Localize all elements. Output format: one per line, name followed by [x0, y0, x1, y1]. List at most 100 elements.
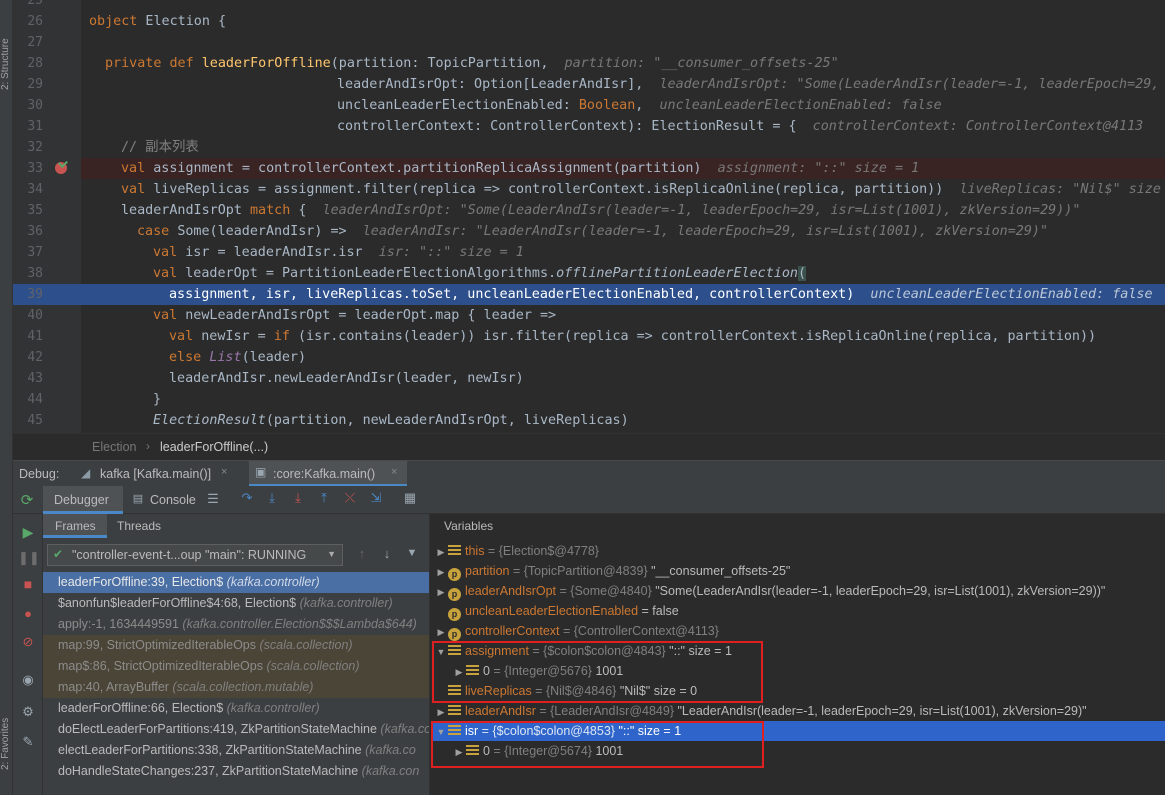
- thread-select[interactable]: ✔ "controller-event-t...oup "main": RUNN…: [47, 544, 343, 566]
- line-number: 31: [27, 119, 43, 134]
- tab-debugger[interactable]: Debugger: [43, 486, 123, 514]
- camera-icon[interactable]: ◉: [18, 672, 38, 688]
- step-into-icon[interactable]: ⤓: [263, 490, 281, 506]
- breadcrumb-item-election[interactable]: Election: [92, 440, 136, 454]
- session-tab-kafka[interactable]: kafka [Kafka.main()]: [100, 467, 211, 481]
- frame-row[interactable]: doHandleStateChanges:237, ZkPartitionSta…: [43, 761, 429, 782]
- variable-row[interactable]: ▶ this = {Election$@4778}: [431, 541, 1165, 561]
- variable-name: partition: [465, 564, 510, 578]
- frames-panel: Frames Threads ✔ "controller-event-t...o…: [43, 514, 430, 795]
- frame-package: (kafka.controller): [299, 596, 393, 610]
- frame-method: apply:-1, 1634449591: [58, 617, 183, 631]
- expand-arrow-icon[interactable]: ▶: [434, 622, 448, 642]
- drop-frame-icon[interactable]: ⤬: [341, 490, 359, 506]
- force-step-into-icon[interactable]: ⤓: [289, 490, 307, 506]
- expand-arrow-icon[interactable]: ▶: [434, 542, 448, 562]
- frame-method: leaderForOffline:39, Election$: [58, 575, 227, 589]
- arrow-up-icon[interactable]: ↑: [355, 546, 369, 561]
- tab-frames[interactable]: Frames: [43, 514, 107, 538]
- stop-icon[interactable]: ■: [18, 576, 38, 592]
- code-line-30: uncleanLeaderElectionEnabled: Boolean, u…: [337, 98, 942, 113]
- breadcrumb-separator-icon: ›: [146, 439, 150, 453]
- frame-row[interactable]: $anonfun$leaderForOffline$4:68, Election…: [43, 593, 429, 614]
- line-number: 44: [27, 392, 43, 407]
- variable-name: leaderAndIsrOpt: [465, 584, 557, 598]
- view-breakpoints-icon[interactable]: ●: [18, 606, 38, 621]
- resume-icon[interactable]: ▶: [18, 524, 38, 541]
- pin-icon[interactable]: ✎: [18, 734, 38, 750]
- line-number: 32: [27, 140, 43, 155]
- variable-value: "Some(LeaderAndIsr(leader=-1, leaderEpoc…: [655, 584, 1106, 598]
- frame-package: (kafka.co: [380, 722, 430, 736]
- expand-arrow-icon[interactable]: ▶: [434, 582, 448, 602]
- tab-threads[interactable]: Threads: [117, 519, 161, 533]
- variable-name: uncleanLeaderElectionEnabled: [465, 604, 639, 618]
- variable-value: "__consumer_offsets-25": [651, 564, 791, 578]
- variable-row[interactable]: ▶ p partition = {TopicPartition@4839} "__c…: [431, 561, 1165, 581]
- frame-method: $anonfun$leaderForOffline$4:68, Election…: [58, 596, 300, 610]
- frame-row[interactable]: map:40, ArrayBuffer (scala.collection.mu…: [43, 677, 429, 698]
- frame-method: electLeaderForPartitions:338, ZkPartitio…: [58, 743, 366, 757]
- code-line-42: else List(leader): [169, 350, 307, 365]
- evaluate-expression-icon[interactable]: ▦: [401, 490, 419, 506]
- frame-package: (kafka.controller.Election$$$Lambda$644): [182, 617, 417, 631]
- arrow-down-icon[interactable]: ↓: [380, 546, 394, 561]
- parameter-icon: p: [448, 608, 461, 621]
- rerun-icon[interactable]: ⟳: [17, 491, 37, 509]
- frame-row[interactable]: electLeaderForPartitions:338, ZkPartitio…: [43, 740, 429, 761]
- chevron-down-icon: ▼: [327, 549, 336, 559]
- expand-arrow-icon[interactable]: ▶: [434, 562, 448, 582]
- code-line-26: object Election {: [89, 14, 227, 29]
- close-icon[interactable]: ×: [391, 466, 397, 478]
- variable-name: this: [465, 544, 485, 558]
- debug-toolbar: ⟳ Debugger ▤ Console ☰ ↷ ⤓ ⤓ ⤒ ⤬ ⇲ ▦: [13, 486, 1165, 514]
- code-line-40: val newLeaderAndIsrOpt = leaderOpt.map {…: [153, 308, 557, 323]
- code-line-44: }: [153, 392, 162, 407]
- line-number: 37: [27, 245, 43, 260]
- code-line-45: ElectionResult(partition, newLeaderAndIs…: [153, 413, 629, 428]
- breadcrumb: Election › leaderForOffline(...): [13, 433, 1165, 460]
- code-line-39: assignment, isr, liveReplicas.toSet, unc…: [169, 287, 1165, 302]
- frame-row[interactable]: map:99, StrictOptimizedIterableOps (scal…: [43, 635, 429, 656]
- field-icon: [448, 545, 461, 556]
- favorites-tab[interactable]: 2: Favorites: [0, 690, 13, 770]
- line-number: 25: [27, 0, 43, 8]
- variable-row[interactable]: ▶ p leaderAndIsrOpt = {Some@4840} "Some(Le…: [431, 581, 1165, 601]
- variable-type: = {ControllerContext@4113}: [559, 624, 719, 638]
- frame-row[interactable]: doElectLeaderForPartitions:419, ZkPartit…: [43, 719, 430, 740]
- frame-method: map:40, ArrayBuffer: [58, 680, 173, 694]
- code-line-33: val assignment = controllerContext.parti…: [121, 161, 920, 176]
- console-icon: ▤: [132, 493, 144, 505]
- debug-session-bar: Debug: ◢ kafka [Kafka.main()] × ▣ :core:…: [13, 460, 1165, 487]
- code-line-35: leaderAndIsrOpt match { leaderAndIsrOpt:…: [121, 203, 1081, 218]
- pause-icon[interactable]: ❚❚: [18, 550, 40, 566]
- step-over-icon[interactable]: ↷: [238, 490, 256, 506]
- variable-row[interactable]: ▶ p controllerContext = {ControllerContext…: [431, 621, 1165, 641]
- mute-breakpoints-icon[interactable]: ⊘: [18, 634, 38, 650]
- code-line-34: val liveReplicas = assignment.filter(rep…: [121, 182, 1161, 197]
- frame-row[interactable]: leaderForOffline:39, Election$ (kafka.co…: [43, 572, 429, 593]
- run-to-cursor-icon[interactable]: ⇲: [367, 490, 385, 506]
- close-icon[interactable]: ×: [221, 466, 227, 478]
- session-tab-core-active[interactable]: ▣ :core:Kafka.main() ×: [249, 461, 407, 487]
- frame-row[interactable]: map$:86, StrictOptimizedIterableOps (sca…: [43, 656, 429, 677]
- frame-method: doElectLeaderForPartitions:419, ZkPartit…: [58, 722, 381, 736]
- debug-actions-strip: ▶ ❚❚ ■ ● ⊘ ◉ ⚙ ✎: [13, 514, 43, 795]
- frame-package: (scala.collection): [259, 638, 353, 652]
- frame-row[interactable]: leaderForOffline:66, Election$ (kafka.co…: [43, 698, 429, 719]
- settings-icon[interactable]: ⚙: [18, 704, 38, 720]
- tab-console[interactable]: Console: [150, 493, 196, 507]
- breadcrumb-item-method[interactable]: leaderForOffline(...): [160, 440, 268, 454]
- variables-title: Variables: [444, 519, 494, 533]
- step-out-icon[interactable]: ⤒: [315, 490, 333, 506]
- expand-arrow-icon[interactable]: ▶: [434, 702, 448, 722]
- variable-row[interactable]: p uncleanLeaderElectionEnabled = false: [431, 601, 1165, 621]
- filter-icon[interactable]: ▼: [405, 547, 419, 559]
- menu-icon[interactable]: ☰: [206, 491, 220, 507]
- structure-tab[interactable]: 2: Structure: [0, 10, 13, 90]
- breakpoint-icon[interactable]: [55, 158, 68, 174]
- variable-row[interactable]: ▶ leaderAndIsr = {LeaderAndIsr@4849} "Lea…: [431, 701, 1165, 721]
- variable-type: = {TopicPartition@4839}: [509, 564, 652, 578]
- frame-row[interactable]: apply:-1, 1634449591 (kafka.controller.E…: [43, 614, 429, 635]
- kafka-session-icon: ◢: [81, 466, 91, 480]
